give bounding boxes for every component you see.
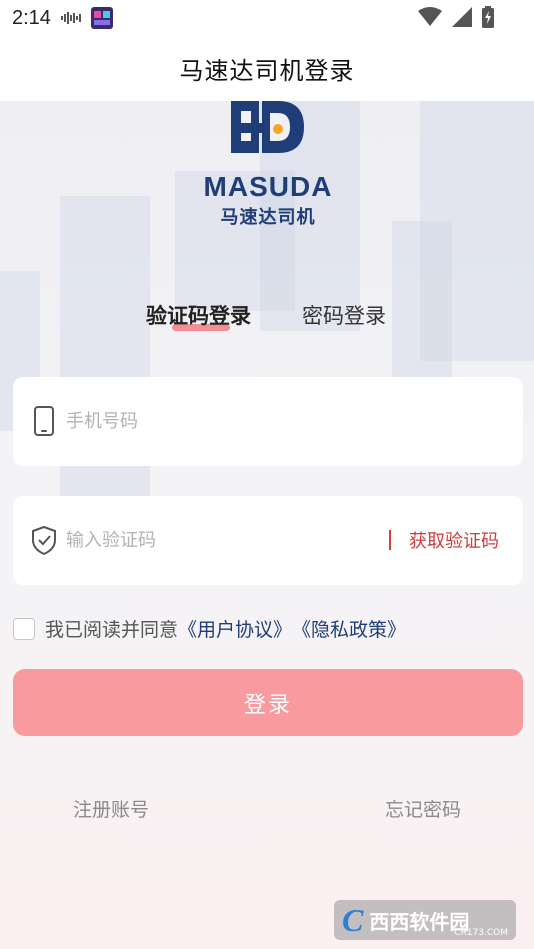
code-input[interactable]	[66, 526, 346, 554]
tab-password-login[interactable]: 密码登录	[302, 300, 386, 330]
status-bar: 2:14	[0, 0, 534, 36]
privacy-policy-link[interactable]: 《隐私政策》	[292, 615, 406, 642]
login-button[interactable]: 登录	[13, 669, 523, 736]
tab-code-login[interactable]: 验证码登录	[146, 300, 251, 330]
phone-field-card	[13, 377, 523, 466]
phone-input[interactable]	[66, 407, 366, 435]
get-code-button[interactable]: 获取验证码	[409, 527, 499, 553]
phone-icon	[34, 406, 54, 436]
audio-wave-icon	[60, 12, 81, 24]
wifi-icon	[418, 7, 442, 26]
agreement-checkbox[interactable]	[13, 617, 35, 640]
logo: MASUDA 马速达司机	[186, 101, 350, 228]
register-link[interactable]: 注册账号	[73, 795, 149, 822]
shield-check-icon	[32, 525, 56, 556]
watermark-url: CR173.COM	[454, 928, 508, 938]
masuda-logo-icon	[231, 101, 304, 153]
signal-icon	[452, 7, 472, 27]
watermark-logo-icon: C	[342, 901, 364, 938]
battery-icon	[482, 6, 494, 28]
agreement-row: 我已阅读并同意 《用户协议》 《隐私政策》	[13, 615, 406, 642]
status-left-icons	[60, 7, 113, 29]
login-button-label: 登录	[243, 692, 292, 718]
forgot-password-link[interactable]: 忘记密码	[385, 795, 461, 822]
app-notification-icon	[90, 7, 113, 29]
code-divider	[389, 530, 391, 550]
logo-brand: MASUDA	[203, 171, 333, 202]
status-right-icons	[418, 6, 494, 28]
watermark: C 西西软件园 CR173.COM	[334, 900, 516, 940]
user-agreement-link[interactable]: 《用户协议》	[178, 615, 292, 642]
title-bar: 马速达司机登录	[0, 36, 534, 101]
logo-brand-cn: 马速达司机	[220, 207, 316, 228]
agreement-prefix: 我已阅读并同意	[45, 619, 179, 641]
status-time: 2:14	[12, 6, 51, 29]
page-title: 马速达司机登录	[179, 57, 355, 85]
code-field-card: 获取验证码	[13, 496, 523, 585]
